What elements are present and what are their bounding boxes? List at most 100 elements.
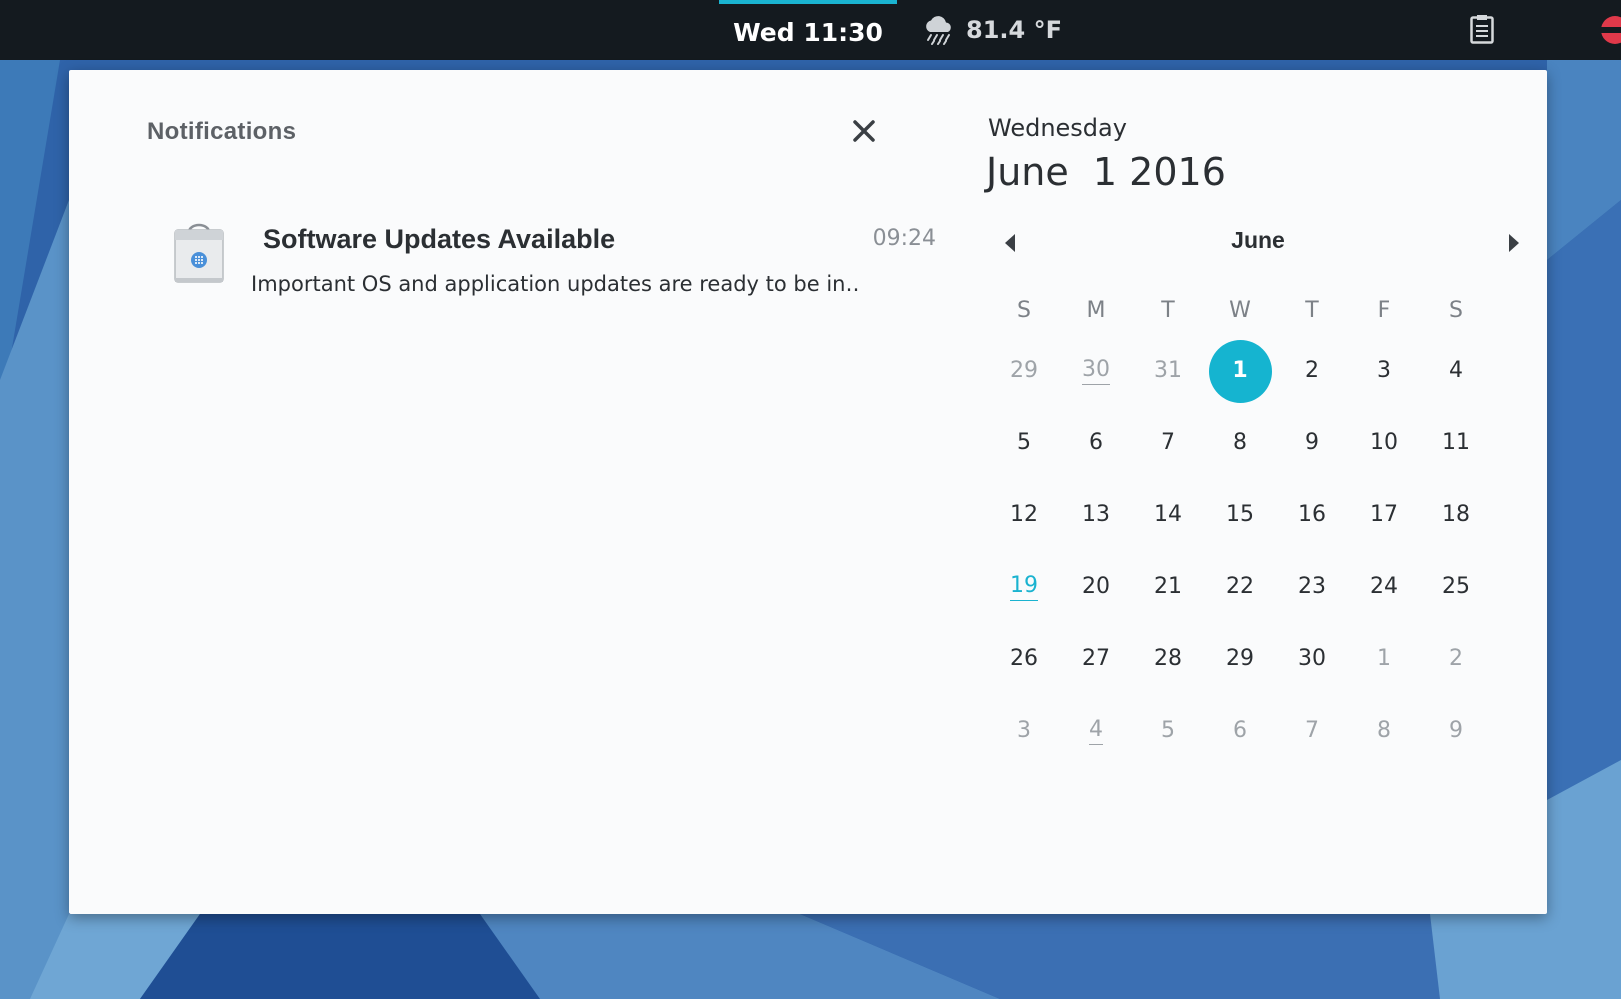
calendar-day[interactable]: 3 bbox=[1348, 335, 1420, 407]
top-bar: Wed 11:30 81.4 °F bbox=[0, 0, 1621, 60]
weather-indicator[interactable]: 81.4 °F bbox=[922, 0, 1062, 60]
calendar-day[interactable]: 4 bbox=[1420, 335, 1492, 407]
calendar-day[interactable]: 26 bbox=[988, 623, 1060, 695]
calendar-day[interactable]: 19 bbox=[988, 551, 1060, 623]
calendar-day-number: 4 bbox=[1089, 717, 1103, 745]
calendar-day[interactable]: 17 bbox=[1348, 479, 1420, 551]
calendar-day-number: 5 bbox=[1161, 717, 1175, 743]
month-label: June bbox=[1231, 227, 1285, 253]
notifications-header: Notifications bbox=[147, 118, 297, 145]
calendar-day[interactable]: 1 bbox=[1348, 623, 1420, 695]
calendar-day[interactable]: 6 bbox=[1204, 695, 1276, 767]
software-store-bag-icon bbox=[171, 220, 227, 284]
calendar-day-number: 2 bbox=[1449, 645, 1463, 671]
calendar-day[interactable]: 30 bbox=[1276, 623, 1348, 695]
clipboard-icon[interactable] bbox=[1470, 14, 1494, 48]
calendar-day-number: 2 bbox=[1305, 357, 1319, 383]
calendar-day-number: 29 bbox=[1010, 357, 1038, 383]
calendar-day[interactable]: 31 bbox=[1132, 335, 1204, 407]
calendar-day[interactable]: 22 bbox=[1204, 551, 1276, 623]
weekday-header: S bbox=[1017, 297, 1031, 323]
calendar-day[interactable]: 9 bbox=[1276, 407, 1348, 479]
calendar-day-number: 6 bbox=[1233, 717, 1247, 743]
calendar-day-number: 25 bbox=[1442, 573, 1470, 599]
current-weekday[interactable]: Wednesday bbox=[988, 114, 1127, 142]
calendar-day[interactable]: 27 bbox=[1060, 623, 1132, 695]
calendar-day-number: 30 bbox=[1082, 357, 1110, 385]
calendar-day[interactable]: 8 bbox=[1348, 695, 1420, 767]
clock-button[interactable]: Wed 11:30 bbox=[719, 0, 897, 60]
calendar-day[interactable]: 4 bbox=[1060, 695, 1132, 767]
calendar-day-number: 7 bbox=[1161, 429, 1175, 455]
calendar-day-number: 14 bbox=[1154, 501, 1182, 527]
calendar-day-number: 23 bbox=[1298, 573, 1326, 599]
calendar-day-number: 12 bbox=[1010, 501, 1038, 527]
calendar-day[interactable]: 21 bbox=[1132, 551, 1204, 623]
calendar-day-number: 1 bbox=[1208, 339, 1272, 403]
calendar-day-number: 11 bbox=[1442, 429, 1470, 455]
calendar-day-number: 19 bbox=[1010, 573, 1038, 601]
calendar-day[interactable]: 29 bbox=[988, 335, 1060, 407]
calendar-day-number: 29 bbox=[1226, 645, 1254, 671]
calendar-day-number: 3 bbox=[1377, 357, 1391, 383]
calendar-day-number: 30 bbox=[1298, 645, 1326, 671]
calendar-day-number: 28 bbox=[1154, 645, 1182, 671]
calendar-day[interactable]: 15 bbox=[1204, 479, 1276, 551]
calendar-day[interactable]: 5 bbox=[988, 407, 1060, 479]
calendar-day-number: 10 bbox=[1370, 429, 1398, 455]
calendar-day-number: 13 bbox=[1082, 501, 1110, 527]
calendar-day[interactable]: 10 bbox=[1348, 407, 1420, 479]
calendar-day[interactable]: 14 bbox=[1132, 479, 1204, 551]
calendar-day-number: 15 bbox=[1226, 501, 1254, 527]
calendar-day[interactable]: 2 bbox=[1276, 335, 1348, 407]
notification-time: 09:24 bbox=[872, 226, 936, 251]
calendar-day-number: 16 bbox=[1298, 501, 1326, 527]
calendar-day-number: 21 bbox=[1154, 573, 1182, 599]
calendar-day-number: 1 bbox=[1377, 645, 1391, 671]
calendar-day-number: 4 bbox=[1449, 357, 1463, 383]
calendar-day[interactable]: 12 bbox=[988, 479, 1060, 551]
calendar-day[interactable]: 24 bbox=[1348, 551, 1420, 623]
calendar-day[interactable]: 9 bbox=[1420, 695, 1492, 767]
calendar-day[interactable]: 23 bbox=[1276, 551, 1348, 623]
calendar-day-number: 7 bbox=[1305, 717, 1319, 743]
notification-item[interactable]: Software Updates Available 09:24 Importa… bbox=[169, 220, 949, 310]
calendar-day[interactable]: 3 bbox=[988, 695, 1060, 767]
close-icon bbox=[852, 119, 876, 147]
calendar-day[interactable]: 8 bbox=[1204, 407, 1276, 479]
calendar-day-number: 8 bbox=[1233, 429, 1247, 455]
clear-notifications-button[interactable] bbox=[849, 118, 879, 148]
power-icon[interactable] bbox=[1598, 14, 1621, 50]
calendar-day[interactable]: 20 bbox=[1060, 551, 1132, 623]
calendar-day[interactable]: 28 bbox=[1132, 623, 1204, 695]
calendar-day-selected[interactable]: 1 bbox=[1204, 335, 1276, 407]
weekday-header: T bbox=[1305, 297, 1319, 323]
calendar-day[interactable]: 7 bbox=[1132, 407, 1204, 479]
temperature-label: 81.4 °F bbox=[966, 16, 1062, 44]
weekday-header: M bbox=[1086, 297, 1106, 323]
calendar-day[interactable]: 29 bbox=[1204, 623, 1276, 695]
notification-title: Software Updates Available bbox=[263, 224, 616, 254]
next-month-button[interactable] bbox=[1502, 233, 1526, 257]
calendar-day-number: 6 bbox=[1089, 429, 1103, 455]
calendar-day[interactable]: 7 bbox=[1276, 695, 1348, 767]
calendar-day[interactable]: 5 bbox=[1132, 695, 1204, 767]
weekday-header: T bbox=[1161, 297, 1175, 323]
calendar-day-number: 17 bbox=[1370, 501, 1398, 527]
date-menu-popover: Notifications Software Updates Available… bbox=[69, 70, 1547, 914]
calendar-day[interactable]: 11 bbox=[1420, 407, 1492, 479]
calendar-day-number: 24 bbox=[1370, 573, 1398, 599]
calendar-day[interactable]: 2 bbox=[1420, 623, 1492, 695]
calendar-day-number: 27 bbox=[1082, 645, 1110, 671]
calendar-day[interactable]: 30 bbox=[1060, 335, 1132, 407]
clock-label: Wed 11:30 bbox=[733, 17, 883, 47]
calendar-day-number: 22 bbox=[1226, 573, 1254, 599]
calendar-day[interactable]: 18 bbox=[1420, 479, 1492, 551]
current-date[interactable]: June 1 2016 bbox=[986, 150, 1226, 194]
calendar-day[interactable]: 25 bbox=[1420, 551, 1492, 623]
calendar-day-number: 31 bbox=[1154, 357, 1182, 383]
calendar-day[interactable]: 6 bbox=[1060, 407, 1132, 479]
calendar-day[interactable]: 13 bbox=[1060, 479, 1132, 551]
calendar-day[interactable]: 16 bbox=[1276, 479, 1348, 551]
weekday-header: W bbox=[1229, 297, 1251, 323]
